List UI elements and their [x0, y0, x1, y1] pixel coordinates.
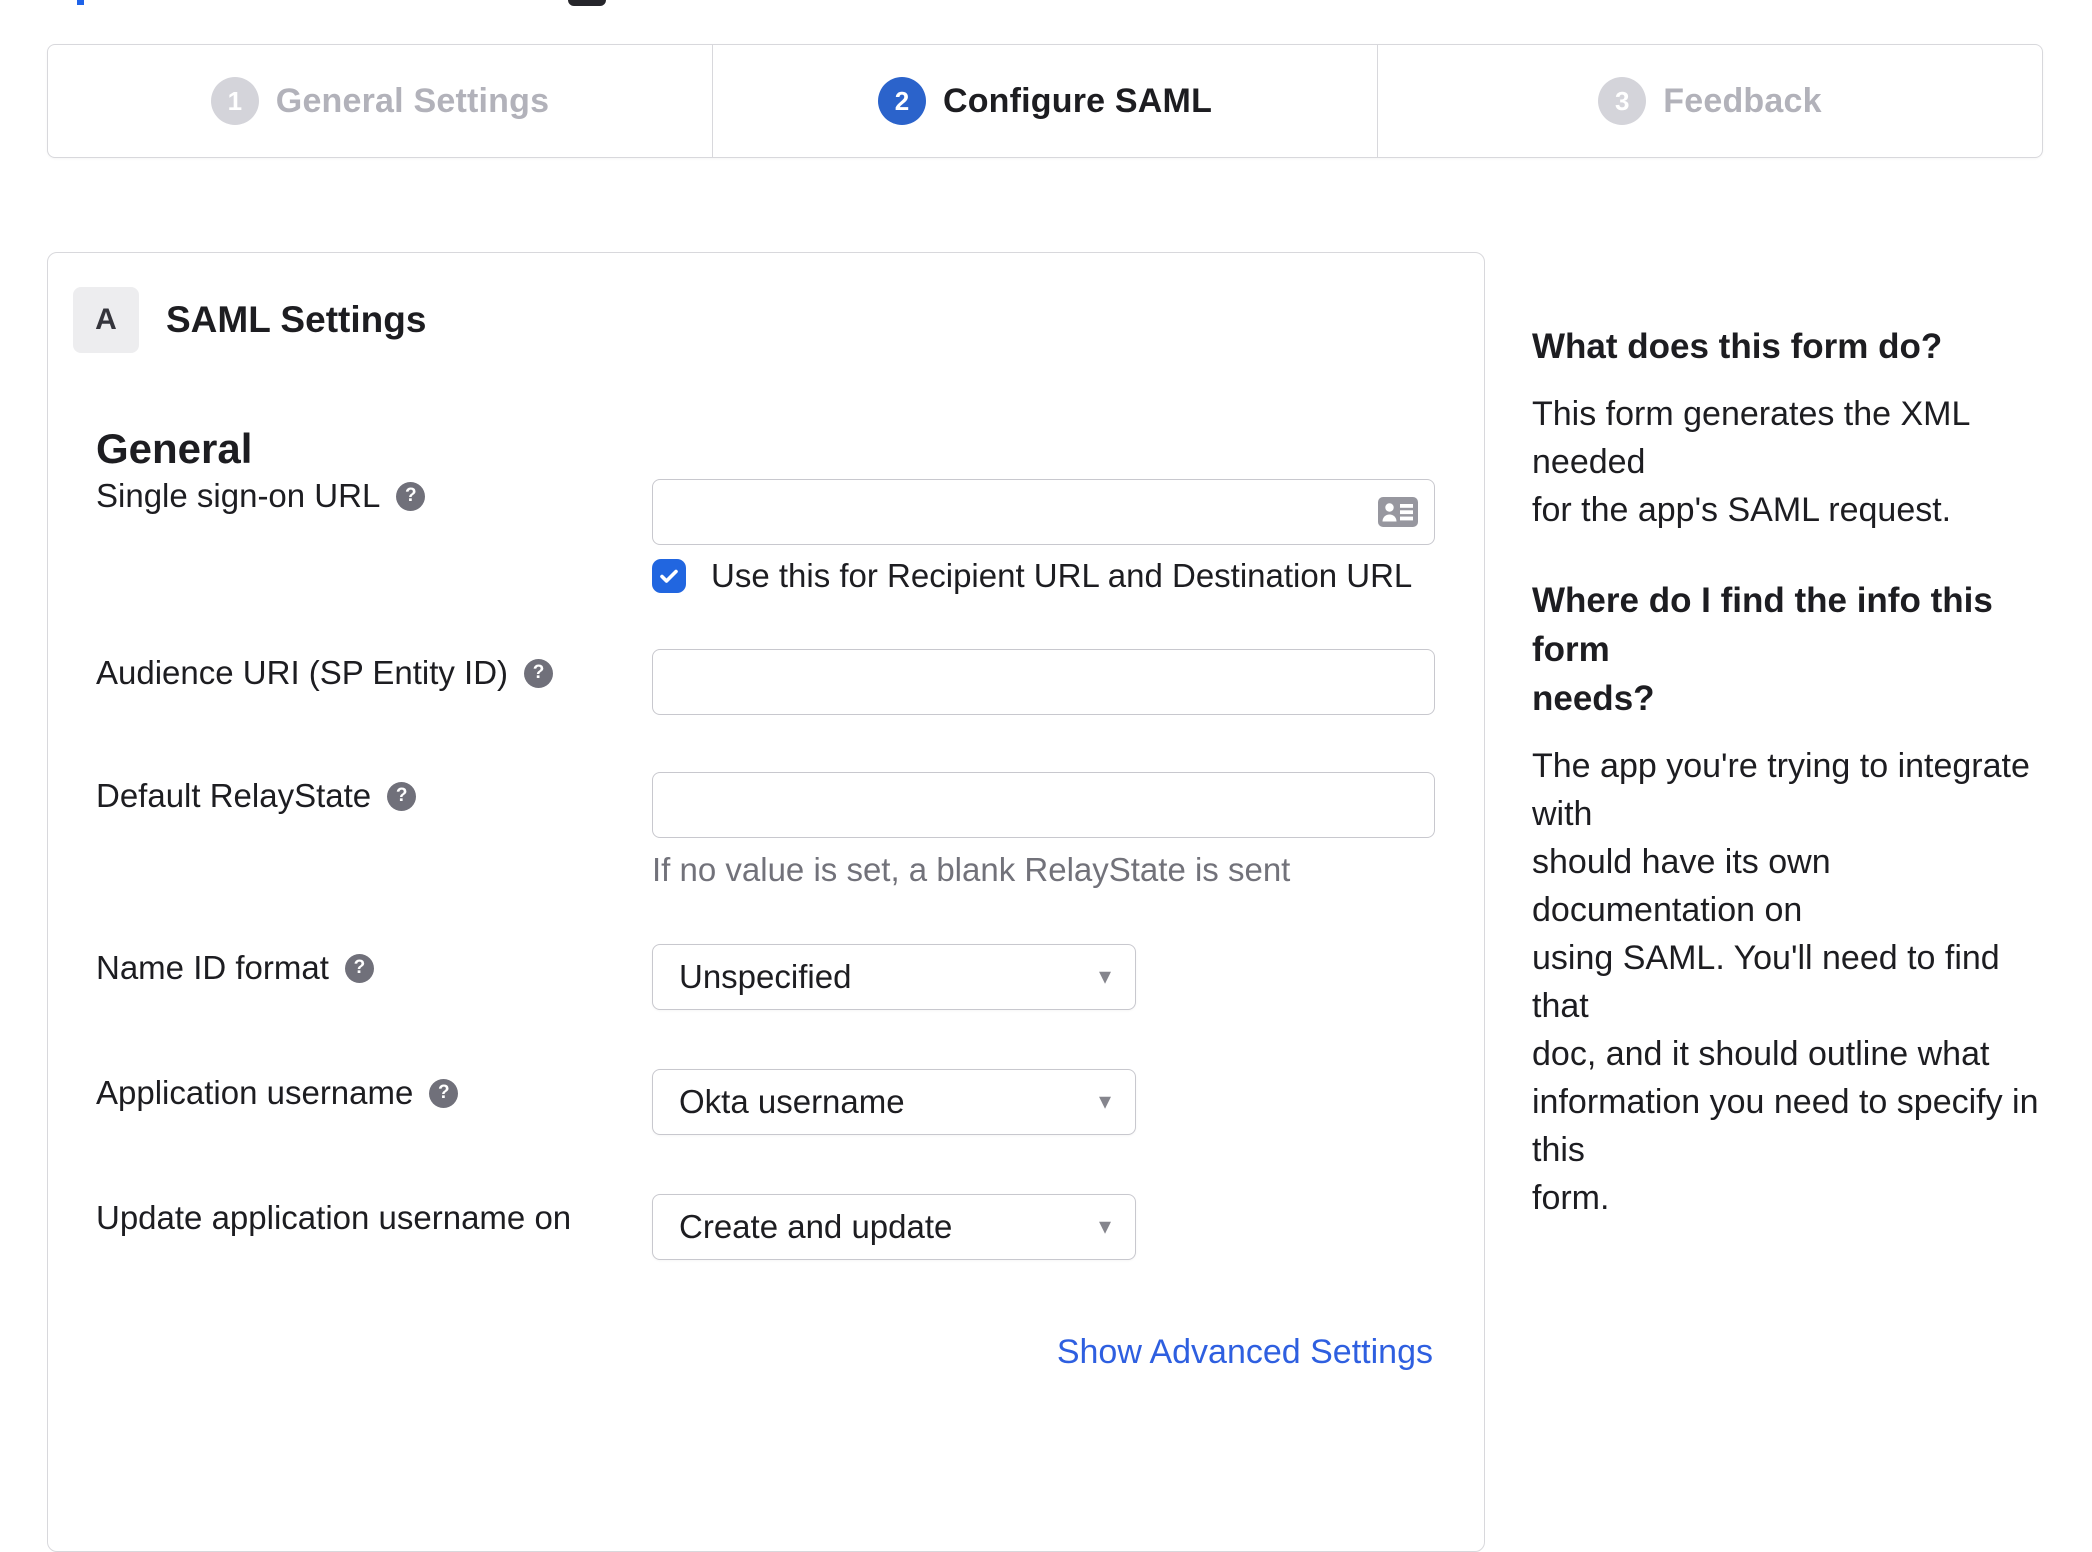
help-sidebar: What does this form do? This form genera… [1532, 322, 2044, 1222]
relaystate-hint: If no value is set, a blank RelayState i… [652, 851, 1291, 888]
step-general-settings[interactable]: 1 General Settings [48, 45, 712, 157]
nameid-format-label-text: Name ID format [96, 949, 329, 986]
sidebar-answer-1: This form generates the XML needed for t… [1532, 395, 1970, 529]
update-username-label: Update application username on [96, 1197, 571, 1239]
nameid-format-select[interactable]: Unspecified ▾ [652, 944, 1136, 1010]
saml-settings-panel: A SAML Settings General Single sign-on U… [47, 252, 1485, 1552]
app-username-label-text: Application username [96, 1074, 414, 1111]
wizard-stepper: 1 General Settings 2 Configure SAML 3 Fe… [47, 44, 2043, 158]
sso-checkbox-row: Use this for Recipient URL and Destinati… [652, 557, 1412, 595]
cropped-blue-element [77, 0, 84, 5]
sso-url-input[interactable] [652, 479, 1435, 545]
sidebar-question-1: What does this form do? [1532, 327, 1943, 366]
contact-card-icon [1378, 497, 1418, 527]
checkmark-icon [660, 569, 678, 583]
sidebar-question-2: Where do I find the info this form needs… [1532, 581, 1993, 718]
chevron-down-icon: ▾ [1098, 1088, 1111, 1115]
general-group-heading: General [96, 425, 253, 472]
step-2-label: Configure SAML [942, 81, 1213, 120]
section-title: SAML Settings [166, 299, 427, 340]
sso-url-help-icon[interactable]: ? [396, 481, 426, 511]
relaystate-input[interactable] [652, 772, 1435, 838]
show-advanced-settings-link[interactable]: Show Advanced Settings [1057, 1333, 1433, 1372]
audience-uri-label-text: Audience URI (SP Entity ID) [96, 654, 509, 691]
step-3-number-badge: 3 [1598, 77, 1647, 125]
nameid-format-value: Unspecified [679, 958, 852, 995]
sso-url-label-text: Single sign-on URL [96, 477, 381, 514]
step-feedback[interactable]: 3 Feedback [1377, 45, 2042, 157]
audience-uri-input[interactable] [652, 649, 1435, 715]
app-username-label: Application username ? [96, 1072, 459, 1114]
nameid-format-label: Name ID format ? [96, 947, 374, 989]
relaystate-help-icon[interactable]: ? [387, 781, 417, 811]
step-3-label: Feedback [1663, 81, 1822, 120]
step-1-number-badge: 1 [210, 77, 259, 125]
section-badge-a: A [73, 287, 139, 353]
app-username-value: Okta username [679, 1083, 905, 1120]
cropped-icon-top [568, 0, 606, 6]
sso-url-label: Single sign-on URL ? [96, 475, 426, 517]
audience-uri-help-icon[interactable]: ? [524, 658, 554, 688]
audience-uri-label: Audience URI (SP Entity ID) ? [96, 652, 554, 694]
chevron-down-icon: ▾ [1098, 963, 1111, 990]
sidebar-answer-2: The app you're trying to integrate with … [1532, 747, 2039, 1217]
update-username-select[interactable]: Create and update ▾ [652, 1194, 1136, 1260]
nameid-format-help-icon[interactable]: ? [344, 953, 374, 983]
app-username-select[interactable]: Okta username ▾ [652, 1069, 1136, 1135]
recipient-url-checkbox[interactable] [652, 559, 686, 593]
relaystate-label-text: Default RelayState [96, 777, 372, 814]
app-username-help-icon[interactable]: ? [429, 1078, 459, 1108]
update-username-label-text: Update application username on [96, 1199, 572, 1236]
step-2-number-badge: 2 [877, 77, 926, 125]
recipient-url-checkbox-label: Use this for Recipient URL and Destinati… [711, 557, 1413, 594]
relaystate-label: Default RelayState ? [96, 775, 417, 817]
chevron-down-icon: ▾ [1098, 1213, 1111, 1240]
step-configure-saml[interactable]: 2 Configure SAML [712, 45, 1377, 157]
step-1-label: General Settings [275, 81, 550, 120]
update-username-value: Create and update [679, 1208, 953, 1245]
